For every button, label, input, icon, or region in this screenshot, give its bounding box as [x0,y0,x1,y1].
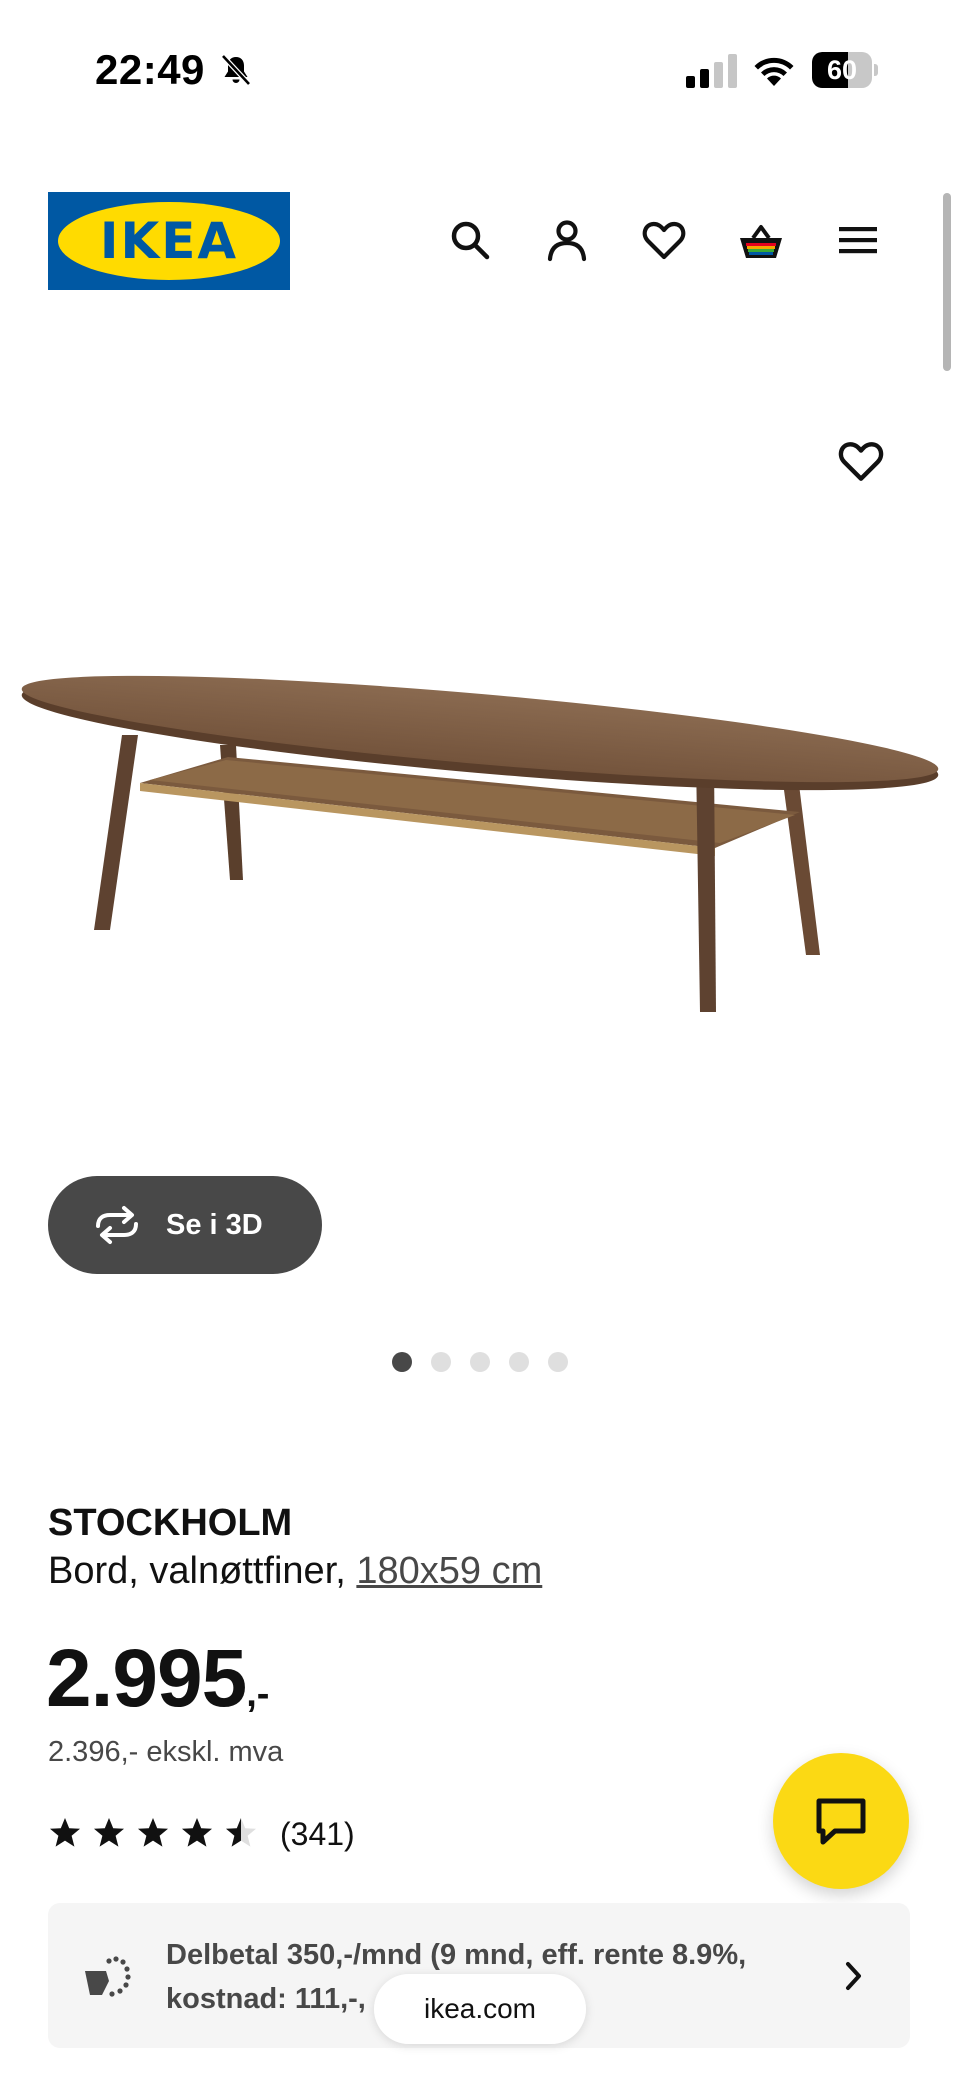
page-scrollbar[interactable] [943,193,951,371]
search-icon[interactable] [446,216,494,264]
pagination-dot[interactable] [548,1352,568,1372]
price-suffix: ,- [246,1673,270,1715]
ikea-logo[interactable]: IKEA [48,192,290,290]
product-type: Bord, valnøttfiner, [48,1550,346,1592]
pagination-dot[interactable] [431,1352,451,1372]
rating-star-icon [50,1818,80,1847]
price-main: 2.995 [46,1633,247,1724]
installment-cart-icon [85,1956,131,1997]
product-price: 2.995,- [46,1632,269,1726]
chat-button[interactable] [773,1753,909,1889]
bell-muted-icon [221,54,251,86]
logo-text: IKEA [99,212,239,270]
price-excl-vat: 2.396,- ekskl. mva [48,1736,284,1768]
pagination-dot[interactable] [392,1352,412,1372]
menu-icon[interactable] [834,216,882,264]
battery-percent: 60 [826,55,858,85]
product-name: STOCKHOLM [48,1502,293,1544]
pagination-dot[interactable] [470,1352,490,1372]
add-to-wishlist-icon[interactable] [836,436,886,486]
wifi-icon [754,57,794,86]
cellular-signal-icon [686,54,737,88]
view-3d-button[interactable]: Se i 3D [48,1176,322,1274]
rating-star-icon [182,1818,212,1847]
product-size-link[interactable]: 180x59 cm [356,1550,542,1592]
chevron-right-icon [846,1962,861,1990]
product-image[interactable] [0,380,960,1200]
pagination-dot[interactable] [509,1352,529,1372]
rating-star-icon [94,1818,124,1847]
basket-icon[interactable] [737,216,785,264]
view-3d-label: Se i 3D [166,1209,263,1241]
review-count[interactable]: (341) [280,1816,355,1852]
browser-url-bar[interactable]: ikea.com [374,1974,586,2044]
status-bar: 22:49 60 [0,0,960,140]
wishlist-icon[interactable] [640,216,688,264]
rating-star-icon [138,1818,168,1847]
battery-indicator: 60 [812,52,878,88]
rating-star-icon [226,1818,256,1847]
rotate-3d-icon [96,1206,138,1244]
account-icon[interactable] [543,216,591,264]
installment-line-1: Delbetal 350,-/mnd (9 mnd, eff. rente 8.… [166,1939,747,1971]
product-description: Bord, valnøttfiner, 180x59 cm [48,1550,542,1593]
chat-icon [816,1798,866,1845]
status-time: 22:49 [95,46,205,93]
